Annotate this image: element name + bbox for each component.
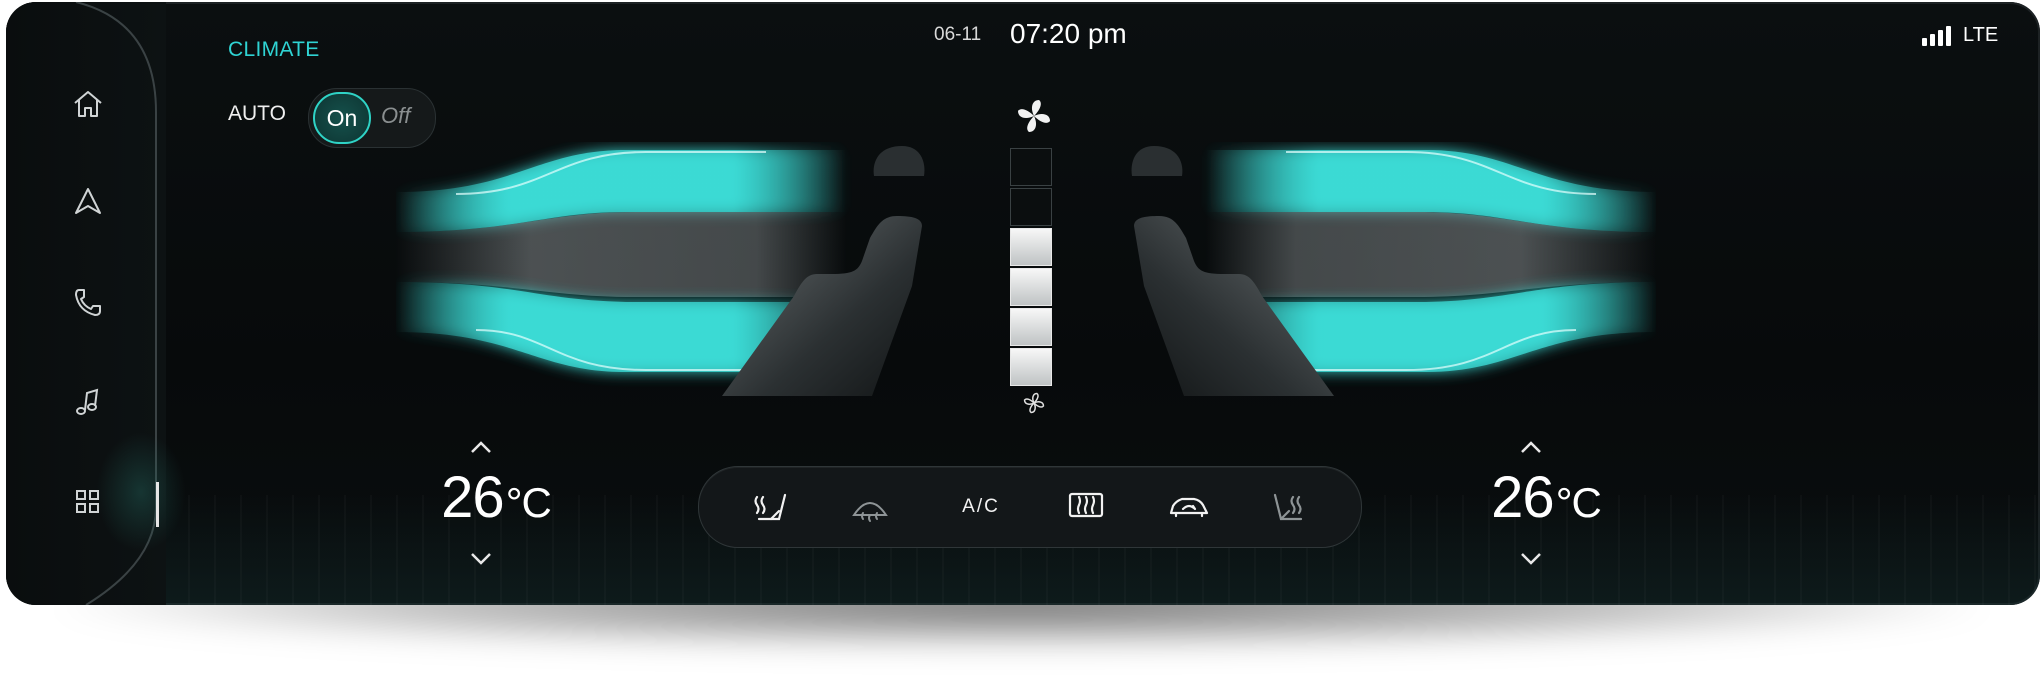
temp-up-right-button[interactable] [1518,438,1544,456]
date: 06-11 [934,24,982,45]
fan-speed-segment [1010,228,1052,266]
fan-speed-segment [1010,348,1052,386]
front-defrost-icon [852,502,888,522]
temp-down-right-button[interactable] [1518,550,1544,568]
fan-speed-segment [1010,268,1052,306]
active-glow [96,432,186,552]
temp-unit-left: °C [505,479,552,526]
active-indicator [156,482,159,527]
auto-label: AUTO [228,102,286,125]
driver-temperature: 26°C [426,438,566,578]
temp-value-right: 26°C [1476,464,1616,531]
seat-heat-right-button[interactable] [1267,485,1313,529]
fan-icon [1018,100,1050,132]
sidebar-item-phone[interactable] [68,282,108,322]
seat-heat-left-button[interactable] [747,485,793,529]
phone-icon [75,289,101,316]
fan-speed-segment [1010,148,1052,186]
driver-seat [722,146,925,396]
fan-speed-segment [1010,308,1052,346]
temp-value-left: 26°C [426,464,566,531]
sidebar-item-home[interactable] [68,84,108,124]
signal-strength-icon [1922,24,1951,46]
sidebar-item-navigation[interactable] [68,182,108,222]
page-title: CLIMATE [228,38,320,61]
fan-speed-segment [1010,188,1052,226]
front-defrost-button[interactable] [847,485,893,529]
apps-grid-icon [76,490,99,513]
toggle-off-option[interactable]: Off [381,103,410,129]
seat-heat-left-icon [754,493,787,521]
clock: 07:20 pm [1010,18,1127,49]
fan-low-icon [1023,392,1045,414]
temp-unit-right: °C [1555,479,1602,526]
passenger-temperature: 26°C [1476,438,1616,578]
sidebar-item-music[interactable] [68,382,108,422]
temp-up-left-button[interactable] [468,438,494,456]
seat-heat-right-icon [1273,493,1303,521]
ac-label: A/C [962,496,1000,517]
ac-button[interactable]: A/C [951,485,1011,529]
auto-toggle[interactable]: On Off [308,88,436,148]
temp-number-left: 26 [441,465,505,530]
sidebar-item-apps[interactable] [68,482,108,522]
chevron-down-icon [471,553,491,565]
rear-defrost-icon [1068,492,1104,518]
chevron-down-icon [1521,553,1541,565]
toggle-on-option[interactable]: On [313,92,371,144]
temp-down-left-button[interactable] [468,550,494,568]
chevron-up-icon [1521,441,1541,453]
home-icon [74,91,102,117]
temp-number-right: 26 [1491,465,1555,530]
recirculation-button[interactable] [1163,485,1215,529]
navigation-icon [75,188,101,214]
climate-screen: CLIMATE AUTO On Off 06-11 07:20 pm LTE 2… [6,2,2040,605]
rear-defrost-button[interactable] [1063,485,1109,529]
network-type: LTE [1963,24,1999,46]
passenger-seat [1131,146,1334,396]
music-note-icon [76,388,99,415]
climate-controls-bar: A/C [698,466,1362,548]
chevron-up-icon [471,441,491,453]
recirculation-icon [1169,497,1209,518]
